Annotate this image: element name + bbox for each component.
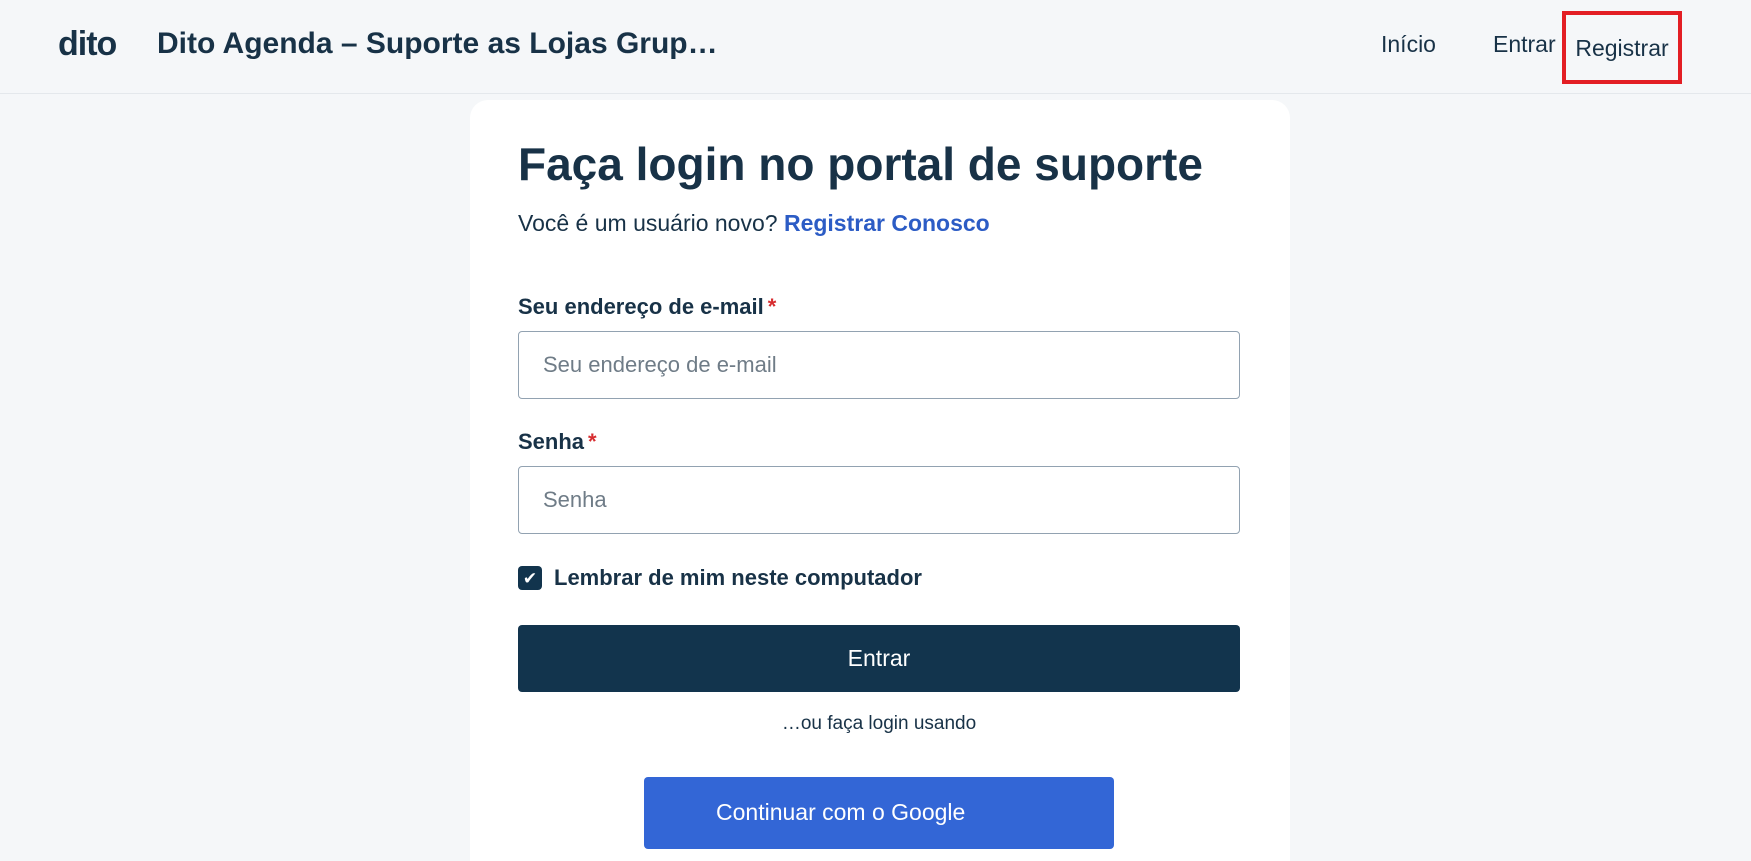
top-navbar: dito Dito Agenda – Suporte as Lojas Grup… bbox=[0, 0, 1751, 94]
site-title[interactable]: Dito Agenda – Suporte as Lojas Grup… bbox=[157, 26, 718, 62]
register-link[interactable]: Registrar Conosco bbox=[784, 210, 990, 236]
google-login-button[interactable]: Continuar com o Google bbox=[644, 777, 1114, 849]
login-submit-button[interactable]: Entrar bbox=[518, 625, 1240, 692]
google-login-label: Continuar com o Google bbox=[716, 799, 966, 825]
password-label: Senha * bbox=[518, 428, 597, 456]
new-user-text: Você é um usuário novo? bbox=[518, 210, 778, 236]
remember-me-checkbox[interactable]: ✔ bbox=[518, 566, 542, 590]
password-label-text: Senha bbox=[518, 429, 585, 454]
page-title: Faça login no portal de suporte bbox=[518, 138, 1203, 190]
nav-inicio-link[interactable]: Início bbox=[1381, 30, 1436, 58]
checkmark-icon: ✔ bbox=[522, 568, 538, 588]
email-field[interactable] bbox=[518, 331, 1240, 399]
remember-me-label[interactable]: Lembrar de mim neste computador bbox=[554, 565, 922, 591]
nav-registrar-link[interactable]: Registrar bbox=[1562, 11, 1682, 84]
new-user-line: Você é um usuário novo? Registrar Conosc… bbox=[518, 209, 990, 237]
required-asterisk: * bbox=[767, 294, 777, 319]
required-asterisk: * bbox=[588, 429, 597, 454]
or-login-using-text: …ou faça login usando bbox=[781, 713, 977, 734]
password-field[interactable] bbox=[518, 466, 1240, 534]
nav-entrar-link[interactable]: Entrar bbox=[1493, 30, 1556, 58]
dito-logo[interactable]: dito bbox=[58, 24, 117, 64]
email-label-text: Seu endereço de e-mail bbox=[518, 294, 764, 319]
email-label: Seu endereço de e-mail * bbox=[518, 293, 776, 321]
remember-me-row[interactable]: ✔ Lembrar de mim neste computador bbox=[518, 565, 922, 591]
